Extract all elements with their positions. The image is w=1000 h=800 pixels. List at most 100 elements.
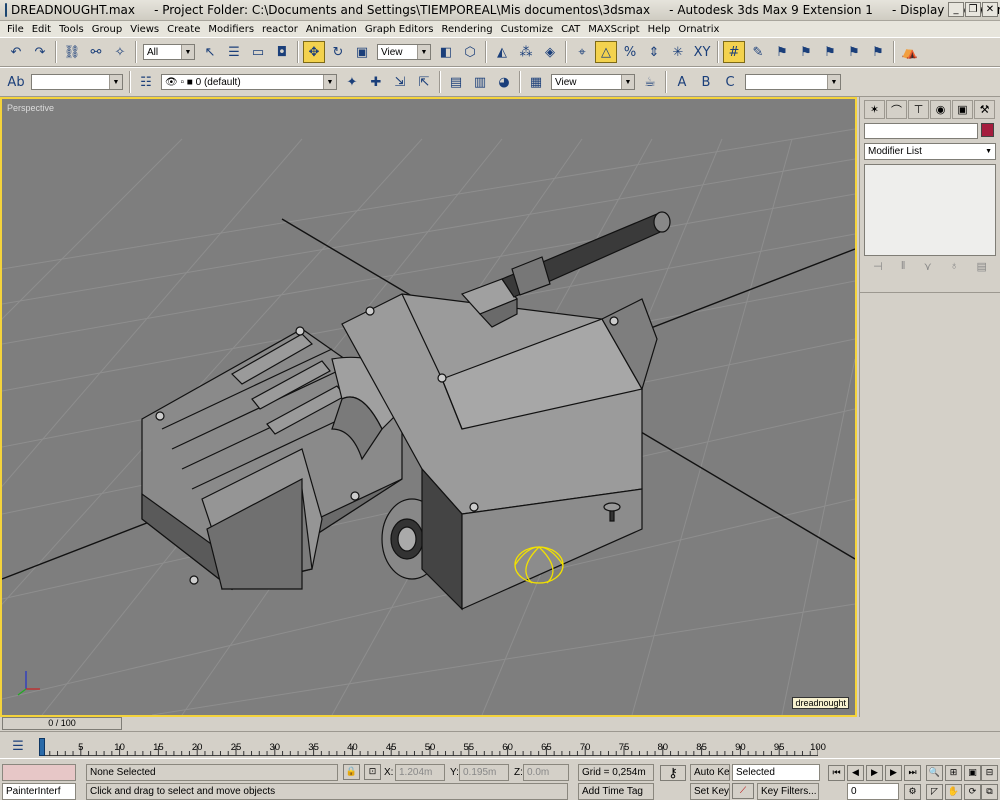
track-sets-icon[interactable]: ▥ [469,71,491,93]
menu-ornatrix[interactable]: Ornatrix [674,24,723,35]
render-type-icon[interactable]: ▦ [525,71,547,93]
percent-snap-icon[interactable]: % [619,41,641,63]
select-manipulate-icon[interactable]: ⬡ [459,41,481,63]
next-frame-icon[interactable]: ▶ [885,765,902,781]
frame-ruler[interactable]: 0510152025303540455055606570758085909510… [39,736,826,756]
zoom-all-icon[interactable]: ⊞ [945,765,962,781]
menu-tools[interactable]: Tools [55,24,88,35]
select-layer-icon[interactable]: ⇲ [389,71,411,93]
rectangular-selection-icon[interactable]: ▭ [247,41,269,63]
layer-dropdown[interactable]: 👁 ▫ ■ 0 (default) ▼ [161,74,337,90]
object-name-field[interactable] [864,123,978,139]
select-by-name-icon[interactable]: ☰ [223,41,245,63]
x-coordinate[interactable]: 1.204m [395,764,445,781]
auto-key-button[interactable]: Auto Key [690,764,730,781]
render-c-icon[interactable]: C [719,71,741,93]
create-layer-icon[interactable]: ✦ [341,71,363,93]
pin-stack-icon[interactable]: ⊣ [873,260,883,273]
arc-rotate-icon[interactable]: ⟳ [964,784,981,800]
time-slider[interactable]: 0 / 100 [2,717,122,730]
default-in-out-tangents-icon[interactable]: ⟋ [732,783,754,799]
perspective-viewport[interactable]: Perspective dreadnought [0,97,857,717]
current-frame-field[interactable]: 0 [847,783,899,800]
render-view-dropdown[interactable]: View ▼ [551,74,635,90]
redo-icon[interactable]: ↷ [29,41,51,63]
display-tab-icon[interactable]: ▣ [952,100,973,119]
time-configuration-icon[interactable]: ⚙ [904,784,921,800]
lock-selection-icon[interactable]: 🔒 [343,764,360,780]
reference-coordinate-dropdown[interactable]: View ▼ [377,44,431,60]
menu-create[interactable]: Create [163,24,204,35]
absolute-mode-icon[interactable]: ⊡ [364,764,381,780]
use-pivot-center-icon[interactable]: ◧ [435,41,457,63]
close-button[interactable]: ✕ [982,2,998,17]
configure-sets-icon[interactable]: ▤ [976,260,986,273]
unlink-icon[interactable]: ⚯ [85,41,107,63]
select-object-icon[interactable]: ↖ [199,41,221,63]
align-icon[interactable]: ◈ [539,41,561,63]
menu-reactor[interactable]: reactor [258,24,302,35]
modifier-stack[interactable] [864,164,996,256]
named-selection-dropdown[interactable]: ▼ [745,74,841,90]
create-tab-icon[interactable]: ✶ [864,100,885,119]
selection-filter-dropdown[interactable]: All ▼ [143,44,195,60]
select-and-move-icon[interactable]: ✥ [303,41,325,63]
menu-rendering[interactable]: Rendering [438,24,497,35]
menu-animation[interactable]: Animation [302,24,361,35]
menu-views[interactable]: Views [126,24,163,35]
bind-space-warp-icon[interactable]: ✧ [109,41,131,63]
object-color-swatch[interactable] [981,123,994,137]
menu-help[interactable]: Help [644,24,675,35]
maximize-viewport-icon[interactable]: ⧉ [981,784,998,800]
xy-constraint-icon[interactable]: XY [691,41,713,63]
modify-tab-icon[interactable]: ⌒ [886,100,907,119]
render-a-icon[interactable]: A [671,71,693,93]
quick-render-icon[interactable]: ⚑ [867,41,889,63]
zoom-extents-icon[interactable]: ▣ [964,765,981,781]
track-view-icon[interactable]: ▤ [445,71,467,93]
time-cursor[interactable] [39,738,45,756]
go-to-start-icon[interactable]: ⏮ [828,765,845,781]
zoom-extents-all-icon[interactable]: ⊟ [981,765,998,781]
add-to-layer-icon[interactable]: ✚ [365,71,387,93]
mirror-icon[interactable]: ◭ [491,41,513,63]
restore-button[interactable]: ❐ [965,2,981,17]
menu-customize[interactable]: Customize [497,24,558,35]
maxscript-mini-listener[interactable] [2,764,76,781]
minimize-button[interactable]: _ [948,2,964,17]
maxscript-listener-field[interactable]: PainterInterf [2,783,76,800]
layer-manager-icon[interactable]: ☷ [135,71,157,93]
remove-modifier-icon[interactable]: ♁ [950,260,958,273]
material-editor-icon[interactable]: ⚑ [795,41,817,63]
material-editor-icon[interactable]: ◕ [493,71,515,93]
set-key-icon[interactable]: ⚷ [660,765,686,781]
window-crossing-icon[interactable]: ◘ [271,41,293,63]
make-unique-icon[interactable]: ⋎ [924,260,932,273]
menu-graph-editors[interactable]: Graph Editors [361,24,438,35]
select-and-rotate-icon[interactable]: ↻ [327,41,349,63]
undo-icon[interactable]: ↶ [5,41,27,63]
previous-frame-icon[interactable]: ◀ [847,765,864,781]
show-end-result-icon[interactable]: ‖ [901,260,906,273]
array-icon[interactable]: ⁂ [515,41,537,63]
pan-view-icon[interactable]: ✋ [945,784,962,800]
modifier-list-dropdown[interactable]: Modifier List ▼ [864,143,996,160]
grid-snap-icon[interactable]: # [723,41,745,63]
render-production-icon[interactable]: ⛺ [899,41,921,63]
set-current-layer-icon[interactable]: ⇱ [413,71,435,93]
menu-modifiers[interactable]: Modifiers [204,24,258,35]
snaps-toggle-icon[interactable]: ⌖ [571,41,593,63]
go-to-end-icon[interactable]: ⏭ [904,765,921,781]
spinner-snap-icon[interactable]: ⇕ [643,41,665,63]
open-mini-curve-editor-icon[interactable]: ☰ [7,735,29,757]
select-and-scale-icon[interactable]: ▣ [351,41,373,63]
render-b-icon[interactable]: B [695,71,717,93]
set-key-button[interactable]: Set Key [690,783,730,800]
text-tool-icon[interactable]: Ab [5,71,27,93]
motion-tab-icon[interactable]: ◉ [930,100,951,119]
render-teapot-icon[interactable]: ☕ [639,71,661,93]
viewport-label[interactable]: Perspective [7,103,54,113]
menu-group[interactable]: Group [88,24,126,35]
schematic-view-icon[interactable]: ⚑ [771,41,793,63]
key-mode-dropdown[interactable]: Selected [732,764,820,781]
